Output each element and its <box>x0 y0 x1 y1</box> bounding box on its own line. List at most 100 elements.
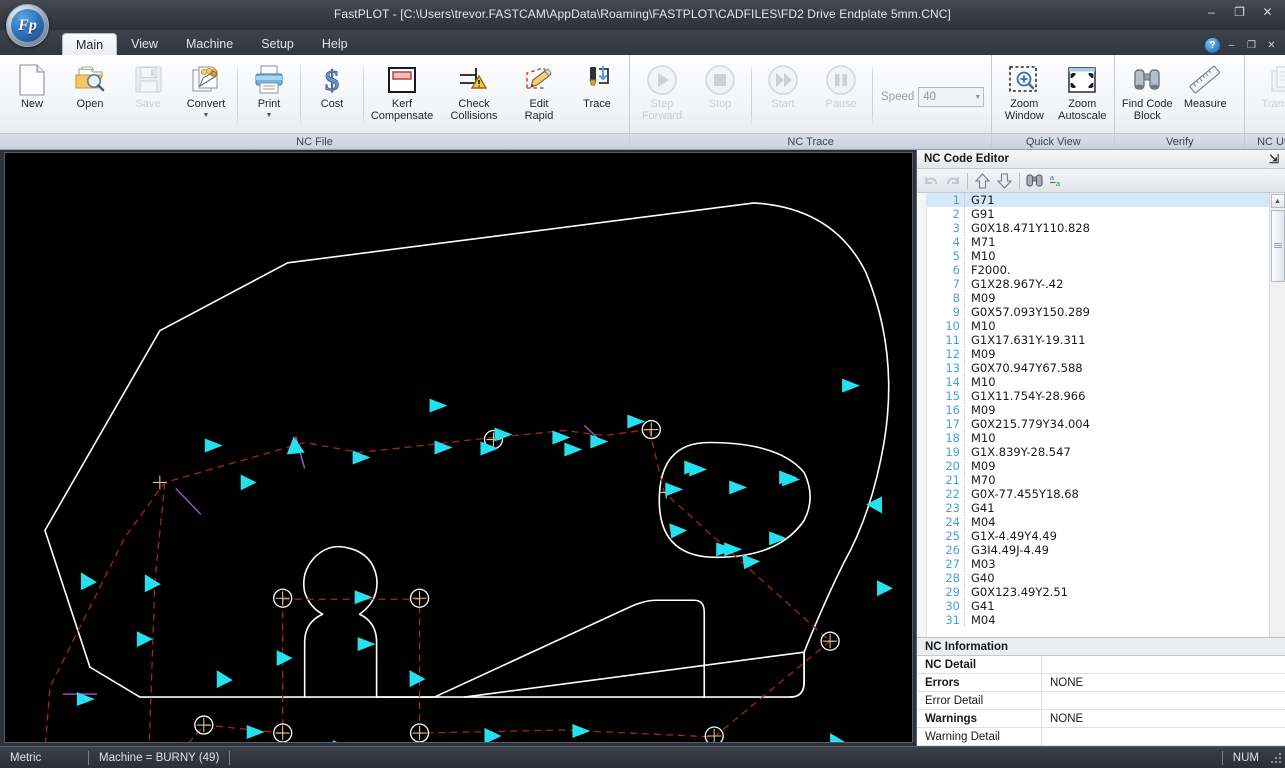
code-line[interactable]: 12M09 <box>927 347 1269 361</box>
convert-dropdown-caret[interactable]: ▼ <box>203 112 210 119</box>
step-forward-button[interactable]: Step Forward <box>633 59 691 123</box>
code-line[interactable]: 4M71 <box>927 235 1269 249</box>
app-logo[interactable]: Fp <box>6 4 49 47</box>
code-line[interactable]: 25G1X-4.49Y4.49 <box>927 529 1269 543</box>
new-button[interactable]: New <box>3 59 61 112</box>
cad-canvas[interactable] <box>4 152 913 743</box>
code-line[interactable]: 8M09 <box>927 291 1269 305</box>
stop-button[interactable]: Stop <box>691 59 749 112</box>
status-bar: Metric Machine = BURNY (49) NUM <box>0 746 1285 768</box>
code-line[interactable]: 23G41 <box>927 501 1269 515</box>
document-minimize-button[interactable]: – <box>1223 38 1240 53</box>
code-line[interactable]: 26G3I4.49J-4.49 <box>927 543 1269 557</box>
code-line-text: G0X123.49Y2.51 <box>965 585 1068 599</box>
scroll-up-arrow[interactable]: ▲ <box>1271 194 1285 208</box>
code-line-text: M09 <box>965 403 996 417</box>
code-line[interactable]: 2G91 <box>927 207 1269 221</box>
nc-code-editor-panel: NC Code Editor ⇲ <box>916 150 1285 746</box>
code-line-number: 6 <box>927 263 965 277</box>
window-title: FastPLOT - [C:\Users\trevor.FASTCAM\AppD… <box>0 7 1285 21</box>
ribbon-group-nc-utilities: Translate NC Utilities <box>1245 55 1285 149</box>
code-line[interactable]: 14M10 <box>927 375 1269 389</box>
code-line[interactable]: 10M10 <box>927 319 1269 333</box>
cost-button[interactable]: $ Cost <box>303 59 361 112</box>
replace-icon[interactable]: a a <box>1046 171 1067 191</box>
kerf-compensate-button[interactable]: Kerf Compensate <box>366 59 438 123</box>
code-line-text: M10 <box>965 431 996 445</box>
code-line[interactable]: 19G1X.839Y-28.547 <box>927 445 1269 459</box>
print-button[interactable]: Print ▼ <box>240 59 298 120</box>
new-button-label: New <box>21 99 43 111</box>
code-line[interactable]: 30G41 <box>927 599 1269 613</box>
collision-warning-icon <box>458 63 490 96</box>
code-line[interactable]: 18M10 <box>927 431 1269 445</box>
find-binoculars-icon[interactable] <box>1024 171 1045 191</box>
code-line[interactable]: 5M10 <box>927 249 1269 263</box>
redo-icon[interactable] <box>942 171 963 191</box>
tab-help[interactable]: Help <box>308 33 362 55</box>
edit-rapid-button[interactable]: Edit Rapid <box>510 59 568 123</box>
window-controls: – ❐ ✕ <box>1198 2 1281 21</box>
pause-button-label: Pause <box>825 99 856 111</box>
stop-button-label: Stop <box>709 99 732 111</box>
code-line[interactable]: 24M04 <box>927 515 1269 529</box>
chevron-down-icon[interactable]: ▼ <box>974 94 981 101</box>
check-collisions-button[interactable]: Check Collisions <box>438 59 510 123</box>
code-line[interactable]: 27M03 <box>927 557 1269 571</box>
move-up-icon[interactable] <box>972 171 993 191</box>
code-line-number: 29 <box>927 585 965 599</box>
code-line[interactable]: 3G0X18.471Y110.828 <box>927 221 1269 235</box>
code-line[interactable]: 20M09 <box>927 459 1269 473</box>
window-maximize-button[interactable]: ❐ <box>1226 2 1253 21</box>
window-minimize-button[interactable]: – <box>1198 2 1225 21</box>
tab-view[interactable]: View <box>117 33 172 55</box>
save-button[interactable]: Save <box>119 59 177 112</box>
code-line[interactable]: 21M70 <box>927 473 1269 487</box>
pin-icon[interactable]: ⇲ <box>1269 152 1279 166</box>
open-button[interactable]: Open <box>61 59 119 112</box>
nc-code-editor-header: NC Code Editor ⇲ <box>917 150 1285 169</box>
code-line[interactable]: 15G1X11.754Y-28.966 <box>927 389 1269 403</box>
code-line[interactable]: 11G1X17.631Y-19.311 <box>927 333 1269 347</box>
code-line-number: 10 <box>927 319 965 333</box>
trace-button[interactable]: Trace <box>568 59 626 112</box>
code-line-text: G0X57.093Y150.289 <box>965 305 1090 319</box>
code-line[interactable]: 1G71 <box>927 193 1269 207</box>
code-vertical-scrollbar[interactable]: ▲ <box>1269 193 1285 637</box>
scroll-grip <box>1274 243 1282 249</box>
code-line[interactable]: 9G0X57.093Y150.289 <box>927 305 1269 319</box>
code-line[interactable]: 28G40 <box>927 571 1269 585</box>
zoom-window-button[interactable]: Zoom Window <box>995 59 1053 123</box>
translate-button[interactable]: Translate <box>1248 59 1285 112</box>
code-line[interactable]: 17G0X215.779Y34.004 <box>927 417 1269 431</box>
tab-main[interactable]: Main <box>62 33 117 55</box>
document-close-button[interactable]: ✕ <box>1263 38 1280 53</box>
scroll-thumb[interactable] <box>1271 210 1285 282</box>
tab-setup[interactable]: Setup <box>247 33 308 55</box>
help-icon[interactable]: ? <box>1205 38 1220 53</box>
ribbon-separator <box>363 63 364 127</box>
code-line-text: M09 <box>965 291 996 305</box>
convert-button[interactable]: Convert ▼ <box>177 59 235 120</box>
undo-icon[interactable] <box>920 171 941 191</box>
code-line[interactable]: 13G0X70.947Y67.588 <box>927 361 1269 375</box>
speed-combobox[interactable]: 40 ▼ <box>918 87 984 107</box>
code-line[interactable]: 31M04 <box>927 613 1269 627</box>
code-line[interactable]: 6F2000. <box>927 263 1269 277</box>
code-line[interactable]: 22G0X-77.455Y18.68 <box>927 487 1269 501</box>
start-button[interactable]: Start <box>754 59 812 112</box>
code-line[interactable]: 16M09 <box>927 403 1269 417</box>
measure-button[interactable]: Measure <box>1176 59 1234 112</box>
zoom-autoscale-button[interactable]: Zoom Autoscale <box>1053 59 1111 123</box>
pause-button[interactable]: Pause <box>812 59 870 112</box>
print-dropdown-caret[interactable]: ▼ <box>266 112 273 119</box>
code-line[interactable]: 7G1X28.967Y-.42 <box>927 277 1269 291</box>
move-down-icon[interactable] <box>994 171 1015 191</box>
resize-grip-icon[interactable] <box>1269 751 1283 765</box>
find-code-block-button[interactable]: Find Code Block <box>1118 59 1176 123</box>
document-restore-button[interactable]: ❐ <box>1243 38 1260 53</box>
code-text-area[interactable]: 1G712G913G0X18.471Y110.8284M715M106F2000… <box>917 193 1285 638</box>
tab-machine[interactable]: Machine <box>172 33 247 55</box>
window-close-button[interactable]: ✕ <box>1254 2 1281 21</box>
code-line[interactable]: 29G0X123.49Y2.51 <box>927 585 1269 599</box>
